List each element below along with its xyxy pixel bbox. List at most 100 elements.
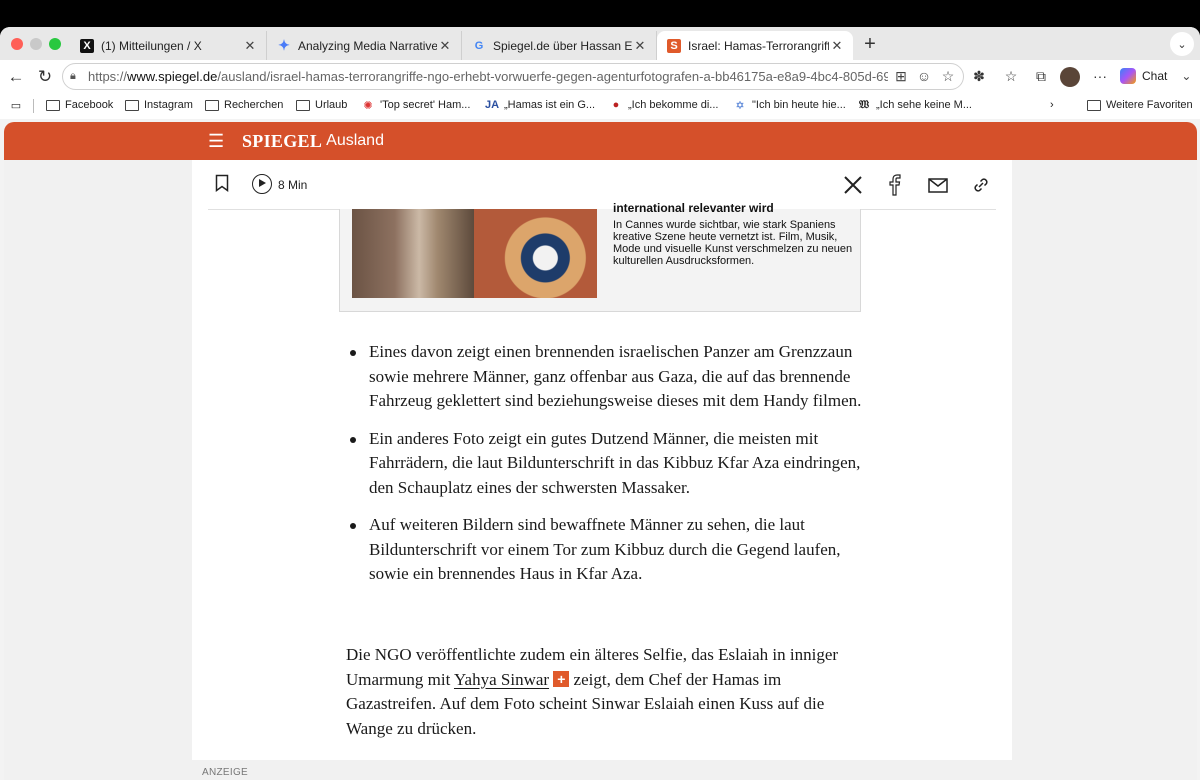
close-icon[interactable]: ✕	[437, 38, 453, 54]
left-gutter	[4, 160, 192, 780]
bookmark-icon[interactable]	[215, 174, 229, 192]
screenshot-icon[interactable]: ⧉	[1030, 68, 1052, 85]
email-share-icon[interactable]	[927, 174, 949, 196]
bullet-list: Eines davon zeigt einen brennenden israe…	[346, 340, 866, 600]
web-page: ☰ SPIEGEL Ausland 8 Min international re…	[4, 122, 1197, 780]
list-item: Ein anderes Foto zeigt ein gutes Dutzend…	[346, 427, 866, 501]
gemini-star-icon: ✦	[278, 37, 290, 53]
favorite-link-top-secret[interactable]: ✺ 'Top secret' Ham...	[361, 99, 471, 112]
favorite-folder-facebook[interactable]: Facebook	[46, 99, 113, 111]
teaser-image-film-still	[352, 209, 474, 298]
yahya-sinwar-link[interactable]: Yahya Sinwar	[454, 670, 549, 689]
minimize-window-button[interactable]	[30, 38, 42, 50]
hamburger-menu-icon[interactable]: ☰	[208, 131, 228, 152]
chevron-down-icon[interactable]: ⌄	[1181, 69, 1191, 83]
site-header: ☰ SPIEGEL Ausland	[4, 122, 1197, 160]
tab-actions-chevron-down-icon[interactable]: ⌄	[1170, 32, 1194, 56]
favorite-label: Recherchen	[224, 99, 284, 111]
favorite-folder-more[interactable]: Weitere Favoriten	[1087, 99, 1193, 111]
nbc-peacock-icon: ✺	[363, 99, 373, 112]
favorite-folder-urlaub[interactable]: Urlaub	[296, 99, 347, 111]
url-text[interactable]: https://www.spiegel.de/ausland/israel-ha…	[88, 69, 888, 84]
favorite-label: „Hamas ist ein G...	[504, 99, 596, 111]
related-article-teaser[interactable]: international relevanter wird In Cannes …	[339, 201, 861, 312]
extensions-puzzle-icon[interactable]: ✽	[968, 68, 990, 85]
favorite-label: "Ich bin heute hie...	[752, 99, 846, 111]
address-toolbar: ← ↻ 🔒︎ https://www.spiegel.de/ausland/is…	[0, 60, 1200, 94]
copilot-icon	[1120, 68, 1136, 84]
list-item: Eines davon zeigt einen brennenden israe…	[346, 340, 866, 414]
teaser-heading: international relevanter wird	[613, 201, 774, 215]
favorite-link-ich-bin[interactable]: ✡ "Ich bin heute hie...	[733, 99, 846, 112]
reload-icon[interactable]: ↻	[35, 67, 55, 87]
favorite-label: Facebook	[65, 99, 114, 111]
site-info-icon[interactable]: 🔒︎	[70, 70, 84, 83]
tab-title: Israel: Hamas-Terrorangriffe - N	[688, 38, 829, 53]
favorites-separator	[33, 99, 34, 113]
favorite-link-ich-sehe[interactable]: 𝔚 „Ich sehe keine M...	[857, 98, 972, 112]
favorites-bar: ▭ Facebook Instagram Recherchen Urlaub ✺…	[0, 94, 1200, 119]
favorite-label: „Ich bekomme di...	[628, 99, 719, 111]
folder-icon	[125, 99, 139, 111]
article-action-bar: 8 Min	[208, 160, 996, 210]
article-body: 8 Min international relevanter wird In C…	[192, 160, 1012, 780]
x-share-icon[interactable]	[842, 174, 864, 196]
read-time: 8 Min	[278, 178, 308, 192]
tab-x-notifications[interactable]: X (1) Mitteilungen / X ✕	[70, 31, 267, 60]
favorite-star-icon[interactable]: ☆	[938, 68, 958, 85]
tab-gemini[interactable]: ✦ Analyzing Media Narratives and ✕	[267, 31, 462, 60]
favorite-label: „Ich sehe keine M...	[876, 99, 972, 111]
tab-strip: X (1) Mitteilungen / X ✕ ✦ Analyzing Med…	[0, 27, 1200, 60]
close-icon[interactable]: ✕	[829, 38, 845, 54]
ad-slot: ANZEIGE	[192, 760, 1012, 780]
play-audio-icon[interactable]	[252, 174, 272, 194]
favorite-label: Urlaub	[315, 99, 348, 111]
copilot-chat-button[interactable]: Chat ⌄	[1120, 68, 1191, 84]
more-menu-icon[interactable]: ···	[1089, 68, 1111, 84]
folder-icon	[1087, 99, 1101, 111]
folder-icon	[46, 99, 60, 111]
tracking-prevention-icon[interactable]: ☺	[914, 68, 934, 84]
favorite-folder-recherchen[interactable]: Recherchen	[205, 99, 283, 111]
close-window-button[interactable]	[11, 38, 23, 50]
right-gutter	[1012, 160, 1197, 780]
list-item: Auf weiteren Bildern sind bewaffnete Män…	[346, 513, 866, 587]
close-icon[interactable]: ✕	[632, 38, 648, 54]
ja-logo-icon: JA	[484, 99, 500, 111]
app-available-icon[interactable]: ⊞	[891, 68, 911, 85]
ad-label: ANZEIGE	[202, 767, 248, 778]
favorite-label: Weitere Favoriten	[1106, 99, 1193, 111]
favorites-list-icon[interactable]: ☆	[1000, 68, 1022, 85]
collections-icon[interactable]: ▭	[9, 99, 28, 112]
profile-avatar[interactable]	[1060, 67, 1080, 87]
tab-title: (1) Mitteilungen / X	[101, 38, 202, 53]
tab-google-search[interactable]: G Spiegel.de über Hassan Eslaiah ✕	[462, 31, 657, 60]
close-icon[interactable]: ✕	[242, 38, 258, 54]
facebook-share-icon[interactable]	[884, 174, 906, 196]
section-title[interactable]: Ausland	[326, 132, 384, 150]
spiegel-plus-badge: +	[553, 670, 570, 687]
back-arrow-icon[interactable]: ←	[6, 67, 26, 87]
tab-title: Spiegel.de über Hassan Eslaiah	[493, 38, 632, 53]
copy-link-icon[interactable]	[970, 174, 992, 196]
folder-icon	[205, 99, 219, 111]
maximize-window-button[interactable]	[49, 38, 61, 50]
article-paragraph: Die NGO veröffentlichte zudem ein ältere…	[346, 643, 866, 741]
favorites-overflow-chevron-right-icon[interactable]: ›	[1050, 99, 1054, 111]
chat-label: Chat	[1142, 69, 1168, 83]
address-bar[interactable]: 🔒︎ https://www.spiegel.de/ausland/israel…	[62, 63, 964, 90]
google-g-icon: G	[474, 39, 484, 52]
spiegel-logo[interactable]: SPIEGEL	[242, 131, 322, 152]
favorite-link-ich-bekomme[interactable]: ● „Ich bekomme di...	[609, 99, 719, 111]
folder-icon	[296, 99, 310, 111]
wapo-logo-icon: 𝔚	[858, 98, 869, 111]
favorite-label: 'Top secret' Ham...	[380, 99, 471, 111]
teaser-image-eye-art	[474, 209, 597, 298]
tab-spiegel-active[interactable]: S Israel: Hamas-Terrorangriffe - N ✕	[657, 31, 853, 60]
new-tab-button[interactable]: +	[860, 33, 880, 56]
x-logo-icon: X	[80, 38, 94, 53]
favorite-folder-instagram[interactable]: Instagram	[125, 99, 193, 111]
favorite-link-hamas[interactable]: JA „Hamas ist ein G...	[485, 99, 595, 111]
spiegel-s-icon: S	[667, 38, 681, 53]
favorite-label: Instagram	[144, 99, 193, 111]
